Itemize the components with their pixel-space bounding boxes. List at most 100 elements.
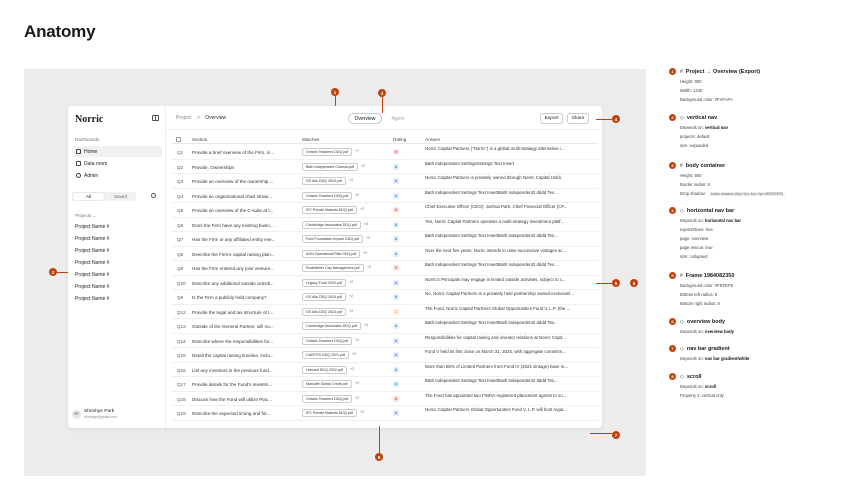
rating-badge: D: [393, 207, 399, 213]
match-more-count[interactable]: +2: [360, 207, 364, 211]
table-row[interactable]: Q12 Provide the legal and tax structure o…: [172, 305, 598, 319]
tab-overview[interactable]: Overview: [348, 113, 382, 124]
tab-agent[interactable]: Agent: [382, 113, 414, 124]
user-profile[interactable]: SP Shrinhye Park shrinhye@gmail.com: [72, 406, 162, 422]
match-more-count[interactable]: +2: [367, 265, 371, 269]
property-value: true: [705, 245, 713, 250]
match-file-chip[interactable]: Harvard DDQ 2022.pdf: [302, 365, 347, 374]
table-row[interactable]: Q14 Describe where the responsibilities f…: [172, 334, 598, 348]
legend-number-badge: 2: [669, 114, 676, 121]
table-row[interactable]: Q5 Provide an overview of the C-suite at …: [172, 203, 598, 218]
project-item[interactable]: Project Name #: [75, 224, 109, 230]
legend-title: scroll: [686, 373, 702, 380]
search-icon[interactable]: [151, 193, 156, 198]
sidebar-collapse-icon[interactable]: [152, 115, 159, 121]
frame-icon: #: [680, 68, 683, 75]
match-file-chip[interactable]: Bath Independent Cinema.pdf: [302, 162, 358, 171]
table-row[interactable]: Q9 Is the Firm a publicly held company? GS…: [172, 290, 598, 305]
table-row[interactable]: Q15 Detail the capital raising timeline, …: [172, 348, 598, 363]
match-more-count[interactable]: +2: [350, 367, 354, 371]
match-file-chip[interactable]: Cambridge Associates DDQ.pdf: [302, 322, 361, 330]
table-row[interactable]: Q4 Provide an organizational chart showi.…: [172, 189, 598, 203]
table-row[interactable]: Q17 Provide details for the Fund's invest…: [172, 377, 598, 392]
table-row[interactable]: Q2 Provide, Ownerships Bath Independent Ci…: [172, 160, 598, 174]
answer-text: The Fund has appointed two FINRA-registe…: [425, 392, 567, 398]
match-file-chip[interactable]: AON Operational Risk DDQ.pdf: [302, 249, 361, 258]
match-file-chip[interactable]: Rockefeller Cap Management.pdf: [302, 264, 364, 272]
projects-heading[interactable]: Projects ⌄: [75, 213, 96, 219]
table-row[interactable]: Q3 Provide an overview of the ownership .…: [172, 174, 598, 189]
table-row[interactable]: Q19 Describe the expected timing and for.…: [172, 406, 598, 421]
project-item[interactable]: Project Name #: [75, 236, 109, 242]
project-item[interactable]: Project Name #: [75, 248, 109, 254]
match-file-chip[interactable]: Cambridge Associates DDQ.pdf: [302, 220, 361, 229]
col-matches[interactable]: Matches: [302, 137, 319, 142]
table-row[interactable]: Q1 Provide a brief overview of the Firm, …: [172, 145, 598, 160]
match-more-count[interactable]: +2: [352, 352, 356, 356]
match-file-chip[interactable]: IFC Private Markets DDQ.pdf: [302, 409, 357, 417]
match-more-count[interactable]: +2: [349, 294, 353, 298]
match-file-chip[interactable]: Ford Foundation Impact DDQ.pdf: [302, 235, 364, 243]
match-more-count[interactable]: +2: [349, 280, 353, 284]
section-text: Has the Firm entered any joint venture..…: [192, 266, 274, 271]
match-file-chip[interactable]: GS Alts DDQ 2024.pdf: [302, 293, 346, 301]
question-number: Q12: [177, 309, 186, 315]
match-more-count[interactable]: +2: [364, 323, 368, 327]
match-file-chip[interactable]: IFC Private Markets DDQ.pdf: [302, 206, 357, 214]
table-row[interactable]: Q10 Describe any additional outside activ…: [172, 276, 598, 290]
question-number: Q18: [177, 396, 186, 402]
match-more-count[interactable]: +2: [355, 396, 359, 400]
match-more-count[interactable]: +2: [355, 338, 359, 342]
match-file-chip[interactable]: GS Alts DDQ 2024.pdf: [302, 307, 346, 316]
project-item[interactable]: Project Name #: [75, 296, 109, 302]
user-name: Shrinhye Park: [84, 409, 115, 414]
toggle-saved[interactable]: Saved: [105, 192, 136, 201]
match-file-chip[interactable]: Ontario Teachers DDQ.pdf: [302, 191, 353, 200]
page-title: Anatomy: [24, 22, 96, 41]
col-rating[interactable]: Rating: [393, 137, 406, 142]
match-more-count[interactable]: +2: [364, 222, 368, 226]
match-more-count[interactable]: +2: [349, 178, 353, 182]
match-file-chip[interactable]: Manulife Global Credit.pdf: [302, 380, 352, 388]
answer-text: No, Norric Capital Partners is a private…: [425, 291, 574, 296]
match-more-count[interactable]: +2: [361, 164, 365, 168]
match-more-count[interactable]: +2: [366, 236, 370, 240]
col-section[interactable]: Section: [192, 137, 207, 142]
legend-title: body container: [685, 162, 726, 169]
match-file-chip[interactable]: CalSTRS DDQ 2021.pdf: [302, 351, 349, 359]
match-more-count[interactable]: +2: [355, 193, 359, 197]
select-all-checkbox[interactable]: [176, 137, 181, 142]
table-row[interactable]: Q6 Does the Firm have any existing busin.…: [172, 218, 598, 232]
table-row[interactable]: Q7 Has the Firm or any affiliated entity …: [172, 232, 598, 247]
match-more-count[interactable]: +2: [355, 381, 359, 385]
table-row[interactable]: Q16 List any investors in the previous fu…: [172, 363, 598, 377]
table-row[interactable]: Q8 Describe the Firm's capital raising pl…: [172, 247, 598, 261]
match-more-count[interactable]: +2: [363, 251, 367, 255]
export-button[interactable]: Export: [540, 113, 563, 124]
property-key: Background color:: [680, 283, 714, 288]
nav-item-admin[interactable]: Admin: [72, 170, 162, 181]
nav-item-home[interactable]: Home: [72, 146, 162, 157]
match-more-count[interactable]: +7: [355, 149, 359, 153]
rating-badge: A: [393, 221, 399, 228]
share-button[interactable]: Share: [567, 113, 589, 124]
match-file-chip[interactable]: Ontario Teachers DDQ.pdf: [302, 336, 353, 345]
match-file-chip[interactable]: Legacy Fund 2020.pdf: [302, 278, 346, 287]
match-more-count[interactable]: +2: [349, 309, 353, 313]
table-row[interactable]: Q13 Outside of the General Partner, will …: [172, 319, 598, 334]
nav-item-data-room[interactable]: Data room: [72, 158, 162, 169]
horizontal-nav-bar: Project > Overview Overview Agent Export…: [166, 106, 602, 130]
table-row[interactable]: Q18 Discuss how the Fund will utilize Pla…: [172, 392, 598, 406]
match-file-chip[interactable]: Ontario Teachers DDQ.pdf: [302, 148, 353, 156]
project-item[interactable]: Project Name #: [75, 284, 109, 290]
match-more-count[interactable]: +2: [360, 410, 364, 414]
project-item[interactable]: Project Name #: [75, 272, 109, 278]
match-file-chip[interactable]: Ontario Teachers DDQ.pdf: [302, 394, 353, 403]
breadcrumb-root[interactable]: Project: [176, 115, 192, 121]
col-answer[interactable]: Answer: [425, 137, 440, 142]
toggle-all[interactable]: All: [73, 193, 104, 200]
table-row[interactable]: Q9 Has the Firm entered any joint venture…: [172, 261, 598, 276]
property-key: Border radius:: [680, 182, 707, 187]
project-item[interactable]: Project Name #: [75, 260, 109, 266]
match-file-chip[interactable]: GS Alts DDQ 2024.pdf: [302, 177, 346, 185]
